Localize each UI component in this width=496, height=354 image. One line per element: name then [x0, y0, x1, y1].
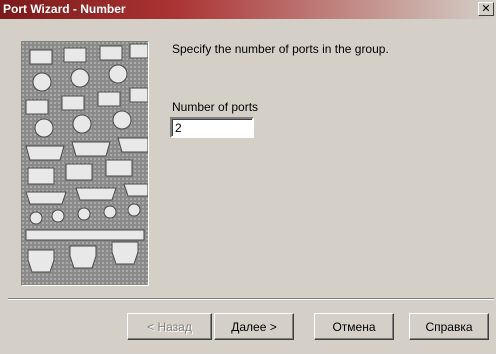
- port-wizard-dialog: Port Wizard - Number ✕ Specify the numbe…: [0, 0, 496, 354]
- window-title: Port Wizard - Number: [3, 2, 126, 16]
- port-connectors-illustration: [22, 42, 148, 285]
- next-button[interactable]: Далее >: [214, 313, 294, 340]
- number-of-ports-input[interactable]: [170, 117, 254, 138]
- help-button[interactable]: Справка: [409, 313, 489, 340]
- wizard-side-image: [21, 41, 149, 286]
- title-bar[interactable]: Port Wizard - Number ✕: [0, 0, 496, 19]
- separator: [8, 298, 494, 300]
- number-of-ports-label: Number of ports: [172, 100, 259, 114]
- back-button[interactable]: < Назад: [127, 313, 212, 340]
- close-icon: ✕: [481, 2, 491, 15]
- instruction-text: Specify the number of ports in the group…: [172, 42, 389, 56]
- close-button[interactable]: ✕: [478, 2, 494, 16]
- cancel-button[interactable]: Отмена: [314, 313, 394, 340]
